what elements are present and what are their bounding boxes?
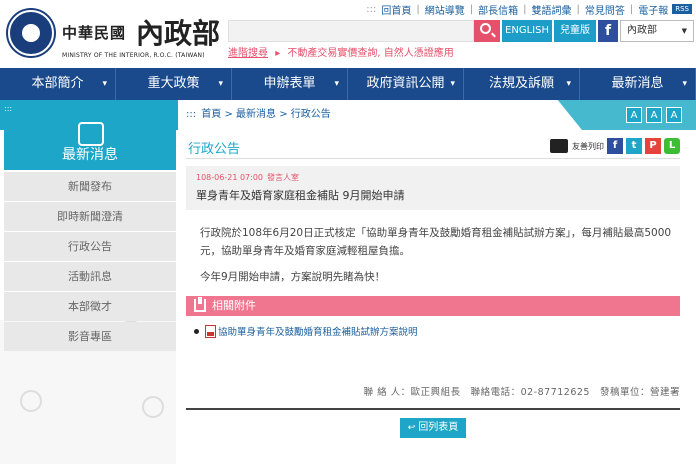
attachments-label: 相關附件 [212,299,256,312]
contact-info: 聯 絡 人：歐正興組長 聯絡電話：02-87712625 發稿單位：營建署 [354,384,680,398]
arrow-right-icon: ▸ [275,48,281,59]
printer-icon[interactable] [550,139,568,153]
toplink-glossary[interactable]: 雙語詞彙 [531,2,571,17]
toplink-home[interactable]: 回首頁 [381,2,411,17]
toplink-mailbox[interactable]: 部長信箱 [478,2,518,17]
article-dept: 發言人室 [267,173,299,182]
print-label[interactable]: 友善列印 [572,141,604,152]
toplink-faq[interactable]: 常見問答 [585,2,625,17]
news-ticker: 進階搜尋 ▸ 不動產交易實價查詢, 自然人憑證應用 [228,44,454,59]
twitter-share-icon[interactable]: t [626,138,642,154]
kids-button[interactable]: 兒童版 [554,20,596,42]
article-body: 行政院於108年6月20日正式核定「協助單身青年及鼓勵婚育租金補貼試辦方案」，每… [200,224,678,294]
sidebar-item-media[interactable]: 影音專區 [4,322,176,351]
attachments-header: 相關附件 [186,296,680,316]
top-links: ::: 回首頁 | 網站導覽 | 部長信箱 | 雙語詞彙 | 常見問答 | 電子報 RSS [361,2,692,17]
breadcrumb-home[interactable]: 首頁 [201,109,221,120]
contact-unit: 發稿單位：營建署 [599,387,680,398]
sidebar-item-jobs[interactable]: 本部徵才 [4,292,176,321]
font-size-large[interactable]: A [666,107,682,123]
nav-about[interactable]: 本部簡介 [0,68,116,100]
sidebar-item-admin[interactable]: 行政公告 [4,232,176,261]
breadcrumb-current[interactable]: 行政公告 [291,109,331,120]
sidebar: 最新消息 新聞發布 即時新聞澄清 行政公告 活動訊息 本部徵才 影音專區 [4,122,176,351]
sidebar-item-clarify[interactable]: 即時新聞澄清 [4,202,176,231]
search-icon [480,23,491,34]
nav-law[interactable]: 法規及訴願 [464,68,580,100]
share-bar: 友善列印 f t P L [550,138,680,154]
plurk-share-icon[interactable]: P [645,138,661,154]
site-header: 中華民國 內政部 MINISTRY OF THE INTERIOR, R.O.C… [0,0,696,68]
sidebar-item-press[interactable]: 新聞發布 [4,172,176,201]
toplink-sitemap[interactable]: 網站導覽 [425,2,465,17]
page-title: 行政公告 [188,142,241,157]
back-to-list-button[interactable]: ↩ 回列表頁 [400,418,466,438]
nav-forms[interactable]: 申辦表單 [232,68,348,100]
search-row: ENGLISH 兒童版 f 內政部 [228,20,694,42]
article-header: 108-06-21 07:00 發言人室 單身青年及婚育家庭租金補貼 9月開始申請 [186,166,680,210]
body-paragraph: 今年9月開始申請，方案說明先睹為快！ [200,271,386,283]
article-title: 單身青年及婚育家庭租金補貼 9月開始申請 [196,189,405,202]
logo-brand: 內政部 [136,17,221,50]
main-nav: 本部簡介 重大政策 申辦表單 政府資訊公開 法規及訴願 最新消息 [0,68,696,100]
logo-english: MINISTRY OF THE INTERIOR, R.O.C. (TAIWAN… [62,52,205,59]
body-paragraph: 行政院於108年6月20日正式核定「協助單身青年及鼓勵婚育租金補貼試辦方案」，每… [200,227,672,257]
contact-person: 聯 絡 人：歐正興組長 [363,387,461,398]
advanced-search-link[interactable]: 進階搜尋 [228,48,268,59]
pdf-icon [205,324,216,338]
font-size-medium[interactable]: A [646,107,662,123]
ticker-text[interactable]: 不動產交易實價查詢, 自然人憑證應用 [287,48,453,59]
english-button[interactable]: ENGLISH [502,20,552,42]
attachment-item[interactable]: 協助單身青年及鼓勵婚育租金補貼試辦方案說明 [194,324,418,338]
sidebar-title: 最新消息 [62,147,118,163]
return-arrow-icon: ↩ [407,423,416,433]
search-button[interactable] [474,20,500,42]
building-icon [20,390,42,412]
nav-policy[interactable]: 重大政策 [116,68,232,100]
breadcrumb-news[interactable]: 最新消息 [236,109,276,120]
sidebar-header: 最新消息 [4,122,176,170]
main-content: 行政公告 友善列印 f t P L 108-06-21 07:00 發言人室 單身… [186,130,694,464]
nav-news[interactable]: 最新消息 [580,68,696,100]
atom-icon [142,396,164,418]
facebook-icon[interactable]: f [598,20,618,42]
site-logo[interactable]: 中華民國 內政部 MINISTRY OF THE INTERIOR, R.O.C… [8,8,223,63]
facebook-share-icon[interactable]: f [607,138,623,154]
attachment-link[interactable]: 協助單身青年及鼓勵婚育租金補貼試辦方案說明 [218,324,418,338]
toplink-newsletter[interactable]: 電子報 [638,2,668,17]
article-date: 108-06-21 07:00 [196,173,263,182]
nav-info[interactable]: 政府資訊公開 [348,68,464,100]
breadcrumb: ::: 首頁 > 最新消息 > 行政公告 [178,100,582,130]
line-share-icon[interactable]: L [664,138,680,154]
search-input[interactable] [228,20,474,42]
agency-select[interactable]: 內政部 [620,20,694,42]
sidebar-item-events[interactable]: 活動訊息 [4,262,176,291]
rss-icon[interactable]: RSS [672,4,692,14]
bullet-icon [194,328,199,334]
news-icon [78,122,104,146]
national-seal-icon [8,10,54,56]
logo-country: 中華民國 [62,24,127,42]
font-size-small[interactable]: A [626,107,642,123]
download-icon [194,297,206,312]
contact-phone: 聯絡電話：02-87712625 [470,387,590,398]
